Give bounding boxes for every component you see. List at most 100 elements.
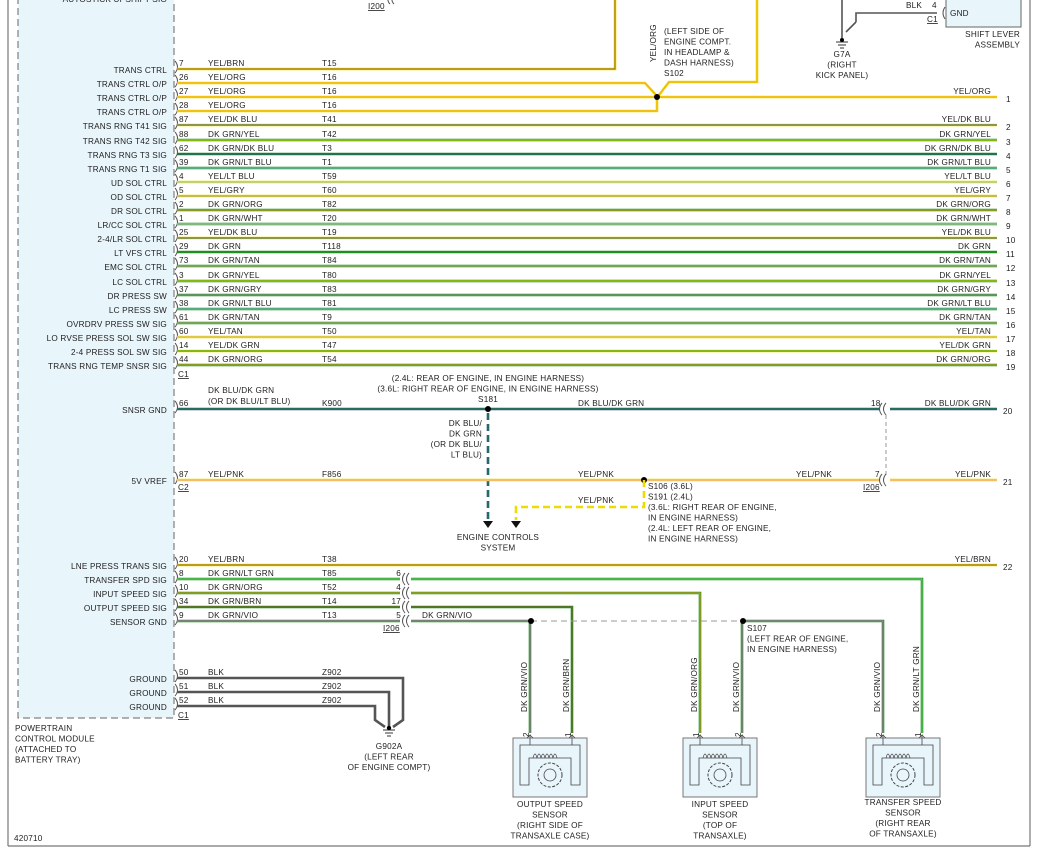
pcm-pin-label: OUTPUT SPEED SIG (84, 604, 167, 613)
pcm-pin-label: TRANS CTRL O/P (97, 80, 168, 89)
wire-end-number: 11 (1006, 250, 1015, 259)
wire-color-label: DK BLU/DK GRN (578, 399, 644, 408)
pcm-pin-label: DR PRESS SW (107, 292, 167, 301)
speed-sensor-name: (TOP OF (703, 821, 737, 830)
splice-s106-s191-note: S191 (2.4L) (648, 493, 693, 502)
pcm-connector-bracket (174, 131, 178, 145)
wire-trans-ctrl-op-tracer (177, 82, 657, 96)
pcm-pin-label: TRANS RNG T3 SIG (88, 151, 167, 160)
wire-color-label: DK GRN/GRY (208, 285, 262, 294)
wire-color-label: DK GRN/YEL (208, 271, 260, 280)
pcm-connector-bracket (174, 74, 178, 88)
wire-trans-ctrl-op (177, 81, 657, 96)
wire-end-number: 8 (1006, 208, 1011, 217)
pcm-pin-label: TRANS RNG T41 SIG (83, 122, 167, 131)
pin-number: 27 (179, 87, 189, 96)
circuit-id: T16 (322, 73, 337, 82)
wire-color-label: YEL/DK BLU (208, 115, 257, 124)
wire-color-label: DK GRN/VIO (422, 611, 472, 620)
splice-s106-s191-note: IN ENGINE HARNESS) (648, 535, 738, 544)
circuit-id: Z902 (322, 696, 342, 705)
wire-end-number: 2 (1006, 123, 1011, 132)
circuit-id: T80 (322, 271, 337, 280)
inline-connector (402, 600, 410, 614)
wire-color-label: YEL/ORG (208, 73, 246, 82)
splice-s102-note: ENGINE COMPT. (664, 38, 731, 47)
circuit-id: T1 (322, 158, 332, 167)
sensor-pin-number: 1 (914, 732, 923, 737)
wire-color-label: YEL/DK GRN (208, 341, 260, 350)
wire-color-label-right: DK GRN/GRY (937, 285, 991, 294)
vref-label: 5V VREF (131, 477, 167, 486)
splice-s106-s191-note: IN ENGINE HARNESS) (648, 514, 738, 523)
shift-lever-connector-icon (942, 6, 946, 20)
wire-shift-lever-gnd (841, 0, 937, 38)
wire-color-label-right: DK BLU/DK GRN (925, 399, 991, 408)
pcm-pin-label: TRANS RNG T42 SIG (83, 137, 167, 146)
pin-number: 88 (179, 130, 189, 139)
pcm-connector-bracket (174, 328, 178, 342)
circuit-id: T59 (322, 172, 337, 181)
wire-color-label-right: YEL/PNK (955, 470, 991, 479)
engine-controls-system-label: SYSTEM (481, 544, 516, 553)
wire-color-label: DK GRN/VIO (208, 611, 258, 620)
wire-color-label: YEL/PNK (796, 470, 832, 479)
pin-number: 26 (179, 73, 189, 82)
wire-color-label-right: DK GRN/YEL (939, 271, 991, 280)
wire-color-label-right: YEL/BRN (955, 555, 991, 564)
circuit-id: T84 (322, 256, 337, 265)
wire-color-label: YEL/ORG (208, 101, 246, 110)
splice-s106-s191-note: (3.6L: RIGHT REAR OF ENGINE, (648, 503, 777, 512)
pcm-connector-bracket (174, 697, 178, 711)
wire-color-label: DK GRN/WHT (208, 214, 263, 223)
pcm-connector-bracket (174, 300, 178, 314)
pcm-connector-bracket (174, 88, 178, 102)
wire-color-label: DK GRN/BRN (208, 597, 261, 606)
speed-sensor-name: (RIGHT SIDE OF (517, 821, 583, 830)
wire-color-label-right: YEL/TAN (956, 327, 991, 336)
wire-end-number: 7 (1006, 194, 1011, 203)
pcm-pin-label: TRANSFER SPD SIG (84, 576, 167, 585)
circuit-id: T118 (322, 242, 341, 251)
speed-sensor-name: SENSOR (532, 811, 568, 820)
wire-end-number: 16 (1006, 321, 1016, 330)
wire-color-label: DK GRN/DK BLU (208, 144, 274, 153)
pcm-pin-label: LC SOL CTRL (112, 278, 167, 287)
wire-end-number: 20 (1003, 407, 1013, 416)
circuit-id: F856 (322, 470, 342, 479)
pin-number: 73 (179, 256, 189, 265)
pin-number: 39 (179, 158, 189, 167)
circuit-id: T15 (322, 59, 337, 68)
pin-number: 2 (179, 200, 184, 209)
wire-color-label-right: YEL/DK BLU (942, 228, 991, 237)
splice-s107-dot (740, 618, 746, 624)
wire-end-number: 19 (1006, 363, 1016, 372)
connector-c1-label: C1 (178, 370, 189, 379)
wire-color-label: YEL/BRN (208, 555, 244, 564)
pcm-pin-label: OVRDRV PRESS SW SIG (66, 320, 167, 329)
speed-sensor-name: (RIGHT REAR (875, 819, 930, 828)
circuit-id: K900 (322, 399, 342, 408)
pin-number: 87 (179, 470, 189, 479)
pin-number: 1 (179, 214, 184, 223)
wire-color-label: DK GRN/TAN (208, 313, 260, 322)
wire-color-label: YEL/LT BLU (208, 172, 255, 181)
wire-color-label: DK GRN/LT BLU (208, 299, 272, 308)
wire-ground (177, 704, 386, 729)
pin-number: 61 (179, 313, 189, 322)
pin-number: 60 (179, 327, 189, 336)
wire-color-label: YEL/PNK (208, 470, 244, 479)
pin-number: 34 (179, 597, 189, 606)
wire-color-label-right: DK GRN (958, 242, 991, 251)
pcm-pin-label: 2-4/LR SOL CTRL (97, 235, 167, 244)
inline-pin-number: 17 (391, 597, 401, 606)
shift-lever-pin-label: GND (950, 9, 969, 18)
pcm-pin-label: TRANS CTRL O/P (97, 94, 168, 103)
speed-sensor-name: SENSOR (885, 809, 921, 818)
splice-s102-note: S102 (664, 69, 684, 78)
wire-color-label-right: YEL/LT BLU (944, 172, 991, 181)
ground-g7a-dot (840, 38, 844, 42)
wire-color-label: DK GRN/LT BLU (208, 158, 272, 167)
wire-color-label: DK BLU/DK GRN (208, 386, 274, 395)
wire-color-label: YEL/GRY (208, 186, 245, 195)
